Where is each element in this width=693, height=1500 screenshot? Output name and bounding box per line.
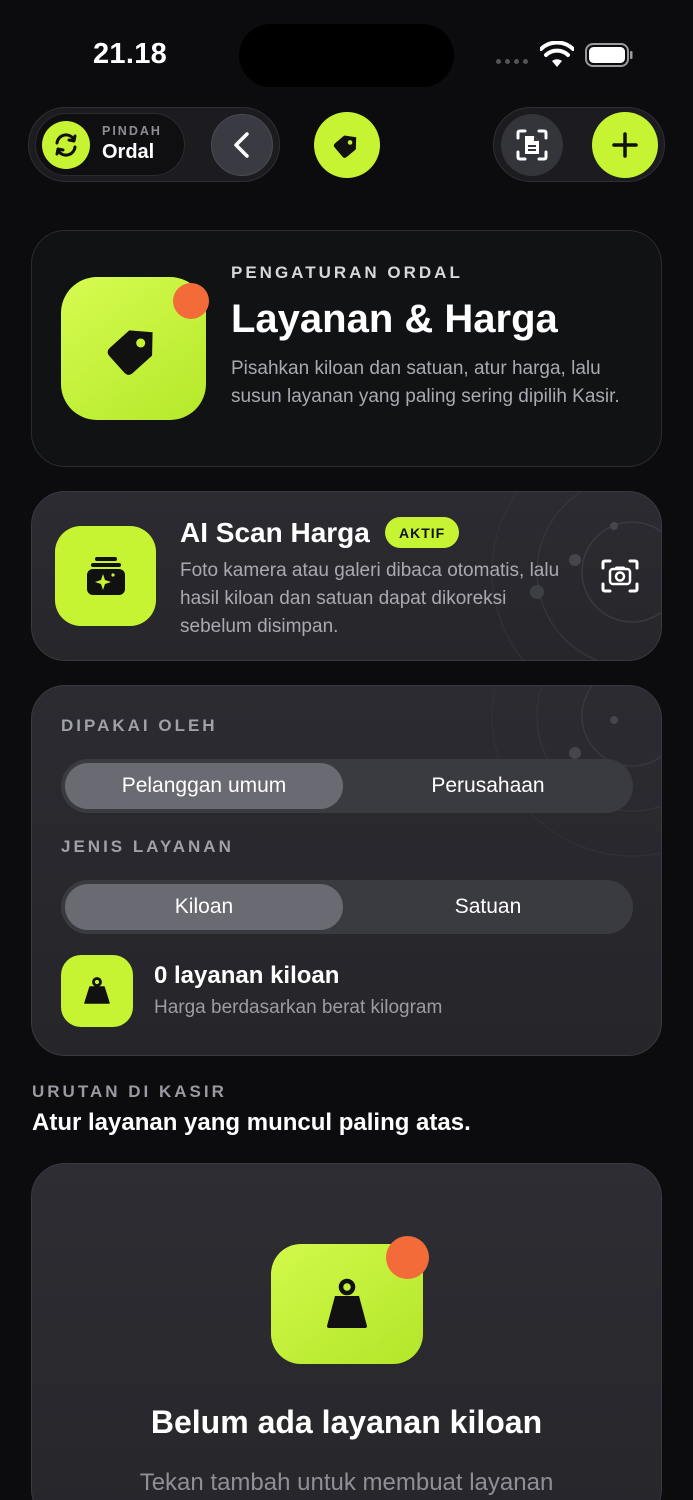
switch-outlet-name: Ordal xyxy=(102,141,155,163)
segment-pelanggan-umum[interactable]: Pelanggan umum xyxy=(65,763,343,809)
tag-icon xyxy=(333,135,357,158)
ai-scan-description: Foto kamera atau galeri dibaca otomatis,… xyxy=(180,560,560,637)
notification-dot xyxy=(386,1236,429,1279)
sparkle-stack-icon xyxy=(86,557,125,595)
sync-button[interactable] xyxy=(42,121,90,169)
wifi-icon xyxy=(540,41,574,67)
ai-scan-title: AI Scan Harga xyxy=(180,517,370,548)
used-by-label: DIPAKAI OLEH xyxy=(61,716,218,735)
order-section-title: Atur layanan yang muncul paling atas. xyxy=(32,1109,471,1136)
sync-icon xyxy=(55,133,77,157)
status-time: 21.18 xyxy=(93,38,168,70)
battery-icon xyxy=(585,43,633,67)
service-type-label: JENIS LAYANAN xyxy=(61,837,234,856)
empty-state-title: Belum ada layanan kiloan xyxy=(150,1404,543,1440)
add-service-button[interactable] xyxy=(592,112,658,178)
plus-icon xyxy=(612,132,638,158)
hero-eyebrow: PENGATURAN ORDAL xyxy=(231,263,463,282)
notification-dot xyxy=(173,283,209,319)
segment-perusahaan[interactable]: Perusahaan xyxy=(347,763,629,809)
empty-state-subtitle: Tekan tambah untuk membuat layanan xyxy=(139,1469,554,1496)
ai-scan-tile xyxy=(55,526,156,626)
service-count-description: Harga berdasarkan berat kilogram xyxy=(154,997,443,1018)
weight-icon xyxy=(84,977,110,1004)
segment-satuan[interactable]: Satuan xyxy=(347,884,629,930)
status-badge: AKTIF xyxy=(385,517,460,548)
back-button[interactable] xyxy=(211,114,273,176)
chevron-left-icon xyxy=(234,132,249,158)
dynamic-island xyxy=(239,24,454,87)
switch-caption: PINDAH xyxy=(102,124,162,138)
scan-document-button[interactable] xyxy=(501,114,563,176)
segment-kiloan[interactable]: Kiloan xyxy=(65,884,343,930)
weight-icon xyxy=(327,1278,367,1328)
tag-icon xyxy=(107,329,153,375)
price-tag-button[interactable] xyxy=(314,112,380,178)
camera-scan-icon[interactable] xyxy=(600,558,640,594)
page-title: Layanan & Harga xyxy=(231,297,558,341)
hero-description: Pisahkan kiloan dan satuan, atur harga, … xyxy=(231,358,620,407)
weight-tile xyxy=(61,955,133,1027)
scan-document-icon xyxy=(516,129,548,161)
service-count: 0 layanan kiloan xyxy=(154,962,340,989)
cellular-signal-icon xyxy=(496,59,528,64)
order-section-caption: URUTAN DI KASIR xyxy=(32,1082,227,1101)
